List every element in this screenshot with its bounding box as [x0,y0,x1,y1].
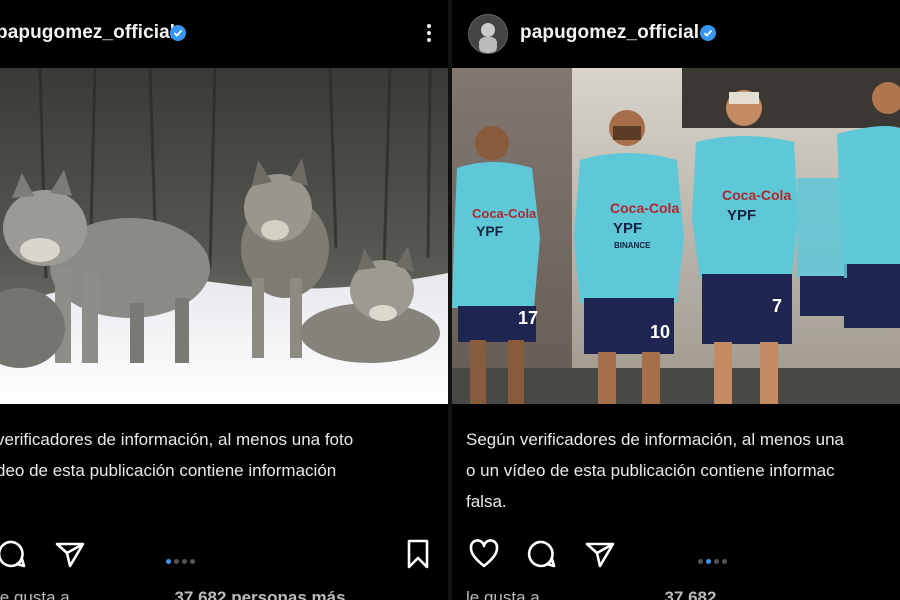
jersey-sponsor-ypf: YPF [727,207,756,224]
heart-icon[interactable] [468,538,500,570]
more-options-icon[interactable] [424,22,434,44]
post-image-players: Coca-Cola YPF 17 Coca-Cola YPF BINANCE 1… [452,68,900,404]
avatar[interactable] [468,14,508,54]
username[interactable]: papugomez_official [520,22,699,44]
post-caption: verificadores de información, al menos u… [0,424,448,486]
likes-count[interactable]: 37.682 [664,588,716,600]
caption-line: Según verificadores de información, al m… [466,430,844,449]
jersey-sponsor-ypf: YPF [613,220,642,237]
jersey-sponsor-cocacola: Coca-Cola [472,206,537,221]
username[interactable]: papugomez_official [0,22,175,44]
jersey-sponsor-cocacola: Coca-Cola [722,187,791,203]
post-actions [452,538,900,578]
likes-text: le gusta a 37.682 personas más [0,588,448,600]
likes-prefix: le gusta a [0,588,70,600]
left-post: papugomez_official verificadores de info… [0,0,448,600]
jersey-sponsor-ypf: YPF [476,223,504,239]
jersey-sponsor-cocacola: Coca-Cola [610,200,679,216]
jersey-number: 7 [772,296,782,316]
likes-count[interactable]: 37.682 personas más [174,588,345,600]
right-post: papugomez_official Coca-Cola YPF 17 Coca… [452,0,900,600]
post-caption: Según verificadores de información, al m… [466,424,900,517]
bookmark-icon[interactable] [402,538,434,570]
verified-badge-icon [170,25,186,41]
carousel-indicator [166,553,198,565]
post-image-wolves [0,68,448,404]
caption-line: deo de esta publicación contiene informa… [0,461,337,480]
verified-badge-icon [700,25,716,41]
jersey-number: 17 [518,308,538,328]
share-icon[interactable] [584,538,616,570]
jersey-sponsor-binance: BINANCE [614,241,651,250]
likes-text: le gusta a 37.682 [466,588,900,600]
caption-line: falsa. [466,492,507,511]
comment-icon[interactable] [526,538,558,570]
jersey-number: 10 [650,322,670,342]
carousel-indicator [698,553,730,565]
likes-prefix: le gusta a [466,588,540,600]
comment-icon[interactable] [0,538,28,570]
share-icon[interactable] [54,538,86,570]
post-header: papugomez_official [0,0,448,68]
post-actions [0,538,448,578]
post-header: papugomez_official [452,0,900,68]
caption-line: o un vídeo de esta publicación contiene … [466,461,835,480]
caption-line: verificadores de información, al menos u… [0,430,354,449]
